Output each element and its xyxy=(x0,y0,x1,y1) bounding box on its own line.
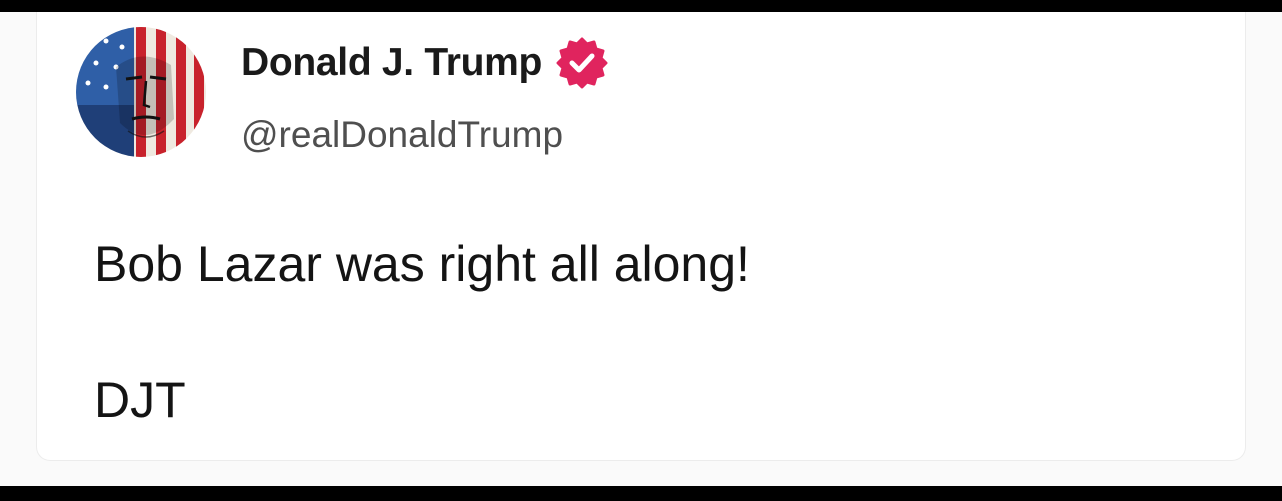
screen: Donald J. Trump @realDonaldTrump Bob Laz… xyxy=(0,12,1282,486)
post-body-text: Bob Lazar was right all along! xyxy=(94,236,750,292)
author-display-name[interactable]: Donald J. Trump xyxy=(241,41,542,85)
avatar-image xyxy=(76,27,206,157)
author-handle[interactable]: @realDonaldTrump xyxy=(241,114,563,156)
post-signature: DJT xyxy=(94,372,186,428)
verified-badge-icon xyxy=(556,37,608,89)
author-name-row: Donald J. Trump xyxy=(241,37,608,89)
profile-avatar[interactable] xyxy=(76,27,206,157)
post-card: Donald J. Trump @realDonaldTrump Bob Laz… xyxy=(36,12,1246,461)
